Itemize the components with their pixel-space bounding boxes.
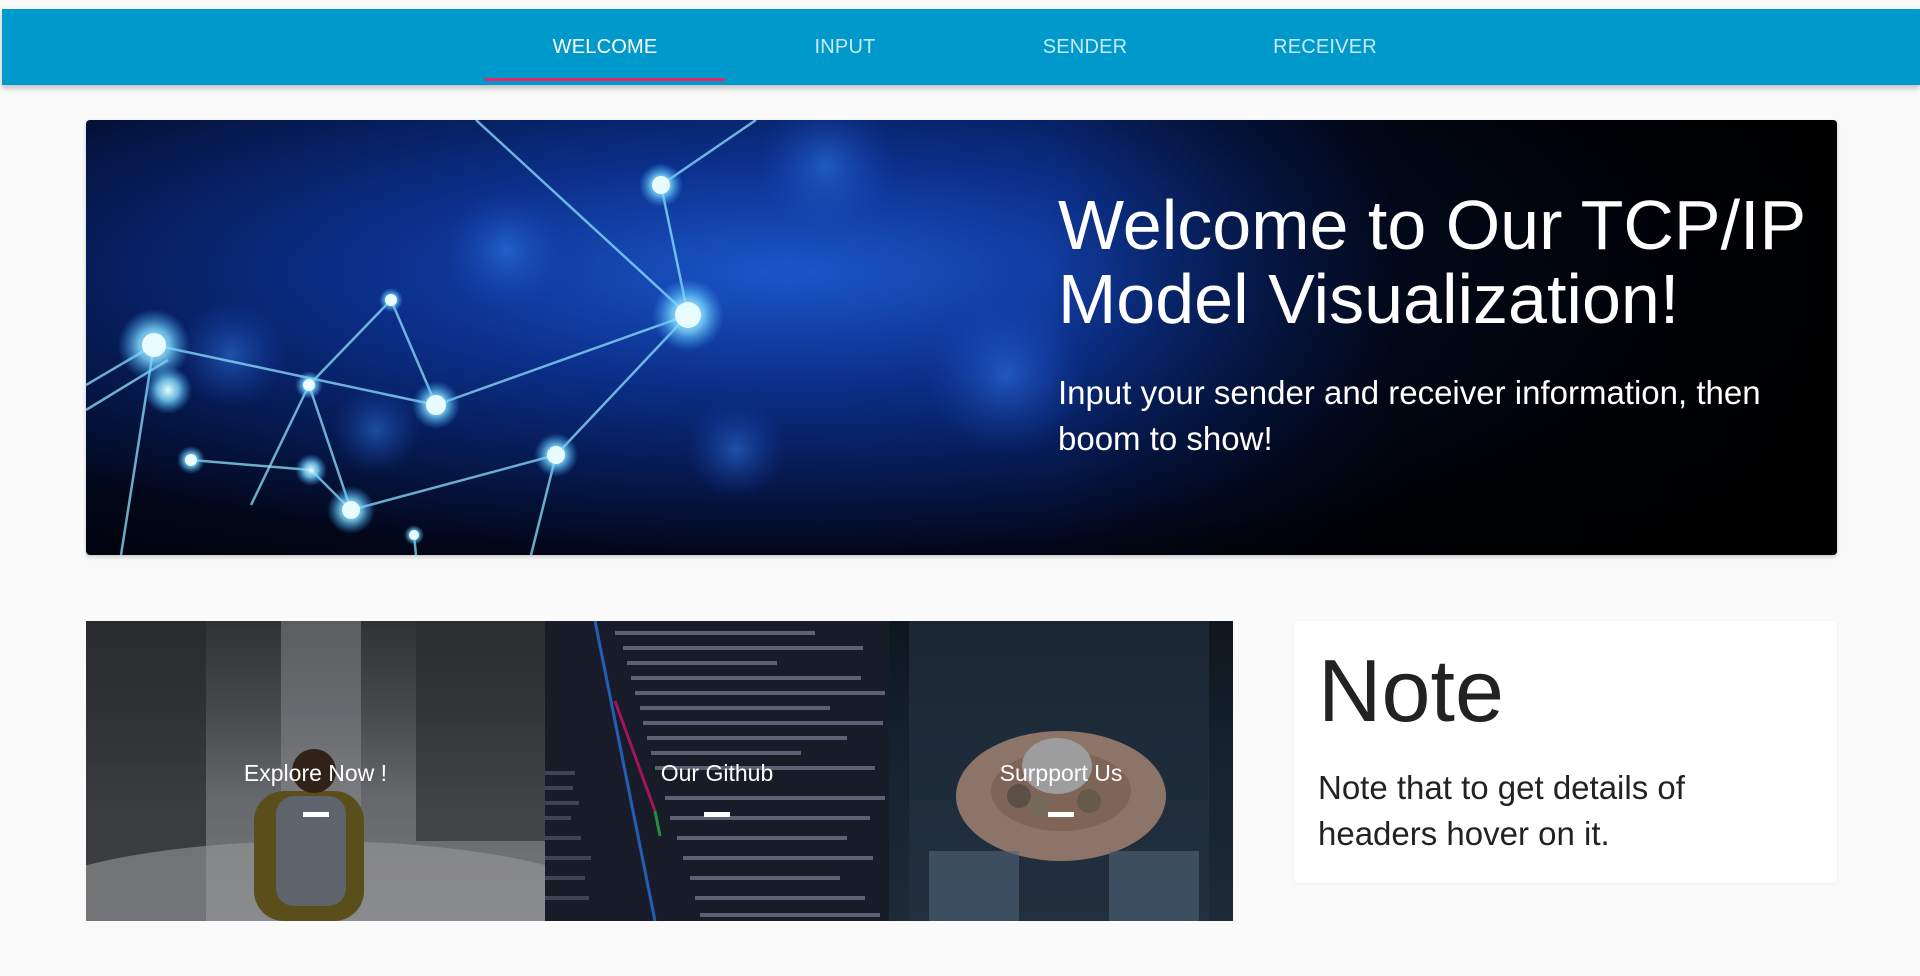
dash-icon bbox=[704, 812, 730, 817]
hero-text: Welcome to Our TCP/IP Model Visualizatio… bbox=[1058, 188, 1837, 462]
top-navigation-bar: WELCOME INPUT SENDER RECEIVER bbox=[2, 9, 1920, 85]
hero-title: Welcome to Our TCP/IP Model Visualizatio… bbox=[1058, 186, 1805, 338]
explore-now-tile[interactable]: Explore Now ! bbox=[86, 621, 545, 921]
our-github-tile[interactable]: Our Github bbox=[545, 621, 889, 921]
tab-receiver[interactable]: RECEIVER bbox=[1205, 9, 1445, 85]
tab-sender[interactable]: SENDER bbox=[965, 9, 1205, 85]
dash-icon bbox=[302, 812, 329, 817]
note-card: Note Note that to get details of headers… bbox=[1294, 621, 1837, 883]
our-github-label: Our Github bbox=[660, 760, 774, 786]
explore-now-label: Explore Now ! bbox=[243, 760, 388, 786]
tab-input[interactable]: INPUT bbox=[725, 9, 965, 85]
hero-banner: Welcome to Our TCP/IP Model Visualizatio… bbox=[86, 120, 1837, 555]
note-body: Note that to get details of headers hove… bbox=[1318, 769, 1685, 852]
support-us-label: Surpport Us bbox=[999, 760, 1123, 786]
feature-tiles: Explore Now ! Our Github Surpport Us bbox=[86, 621, 1233, 921]
note-title: Note bbox=[1318, 641, 1504, 740]
nav-tabs: WELCOME INPUT SENDER RECEIVER bbox=[485, 9, 1445, 85]
dash-icon bbox=[1048, 812, 1074, 817]
tab-welcome[interactable]: WELCOME bbox=[485, 9, 725, 85]
support-us-tile[interactable]: Surpport Us bbox=[889, 621, 1233, 921]
hero-subtitle: Input your sender and receiver informati… bbox=[1058, 374, 1761, 457]
